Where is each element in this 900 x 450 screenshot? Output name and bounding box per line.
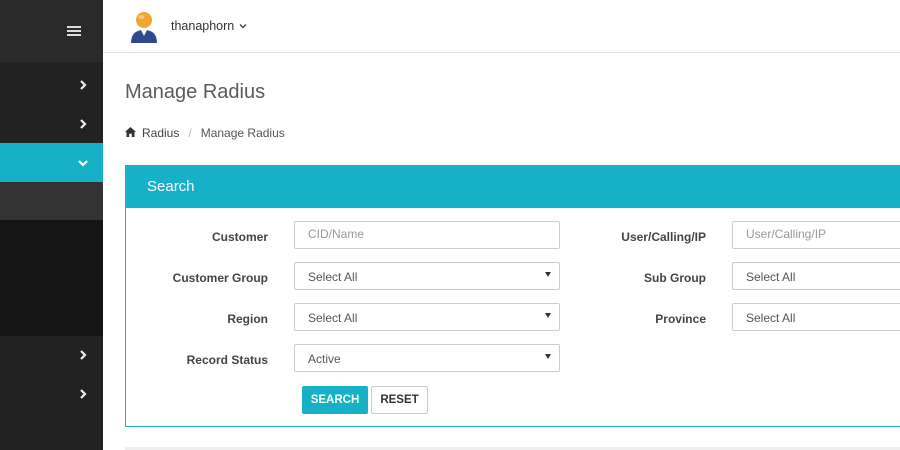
customer-group-value: Select All <box>308 270 358 284</box>
sidebar-item-radius-active[interactable] <box>0 143 103 182</box>
breadcrumb-current: Manage Radius <box>200 126 285 140</box>
sidebar <box>0 0 103 450</box>
sidebar-item-4[interactable] <box>0 375 103 414</box>
record-status-label: Record Status <box>186 353 268 367</box>
top-navbar: thanaphorn <box>103 0 900 53</box>
region-value: Select All <box>308 311 358 325</box>
sub-group-label: Sub Group <box>644 271 706 285</box>
menu-icon <box>67 26 81 36</box>
customer-group-select[interactable]: Select All <box>294 262 560 290</box>
breadcrumb: Radius / Manage Radius <box>125 126 285 140</box>
breadcrumb-separator: / <box>188 126 192 140</box>
region-label: Region <box>227 312 268 326</box>
user-menu[interactable]: thanaphorn <box>127 8 247 44</box>
user-calling-ip-field <box>732 221 900 249</box>
chevron-down-icon <box>76 156 90 170</box>
search-panel-title: Search <box>126 166 900 208</box>
sub-group-value: Select All <box>746 270 796 284</box>
chevron-right-icon <box>76 387 90 401</box>
dropdown-arrow-icon <box>545 313 551 318</box>
user-avatar-icon <box>127 9 161 43</box>
sidebar-item-1[interactable] <box>0 65 103 104</box>
sub-group-select[interactable]: Select All <box>732 262 900 290</box>
province-label: Province <box>655 312 706 326</box>
province-select[interactable]: Select All <box>732 303 900 331</box>
chevron-right-icon <box>76 348 90 362</box>
reset-button[interactable]: RESET <box>371 386 428 414</box>
home-icon <box>125 126 136 140</box>
sidebar-submenu-area <box>0 220 103 336</box>
chevron-right-icon <box>76 117 90 131</box>
customer-field <box>294 221 560 249</box>
main-content: Manage Radius Radius / Manage Radius Sea… <box>103 54 900 450</box>
customer-label: Customer <box>211 230 268 244</box>
user-calling-ip-input[interactable] <box>746 227 900 241</box>
chevron-down-icon <box>239 17 247 35</box>
sidebar-toggle[interactable] <box>0 0 103 62</box>
user-calling-ip-label: User/Calling/IP <box>621 230 706 244</box>
breadcrumb-link-radius[interactable]: Radius <box>142 126 179 140</box>
search-button[interactable]: SEARCH <box>302 386 368 414</box>
username: thanaphorn <box>171 19 235 33</box>
dropdown-arrow-icon <box>545 354 551 359</box>
dropdown-arrow-icon <box>545 272 551 277</box>
search-panel: Search Customer User/Calling/IP Customer… <box>125 165 900 427</box>
customer-group-label: Customer Group <box>172 271 268 285</box>
sidebar-item-2[interactable] <box>0 104 103 143</box>
customer-input[interactable] <box>308 227 546 241</box>
province-value: Select All <box>746 311 796 325</box>
chevron-right-icon <box>76 78 90 92</box>
region-select[interactable]: Select All <box>294 303 560 331</box>
record-status-value: Active <box>308 352 341 366</box>
sidebar-item-3[interactable] <box>0 336 103 375</box>
record-status-select[interactable]: Active <box>294 344 560 372</box>
page-title: Manage Radius <box>125 81 266 103</box>
sidebar-subitem[interactable] <box>0 182 103 220</box>
